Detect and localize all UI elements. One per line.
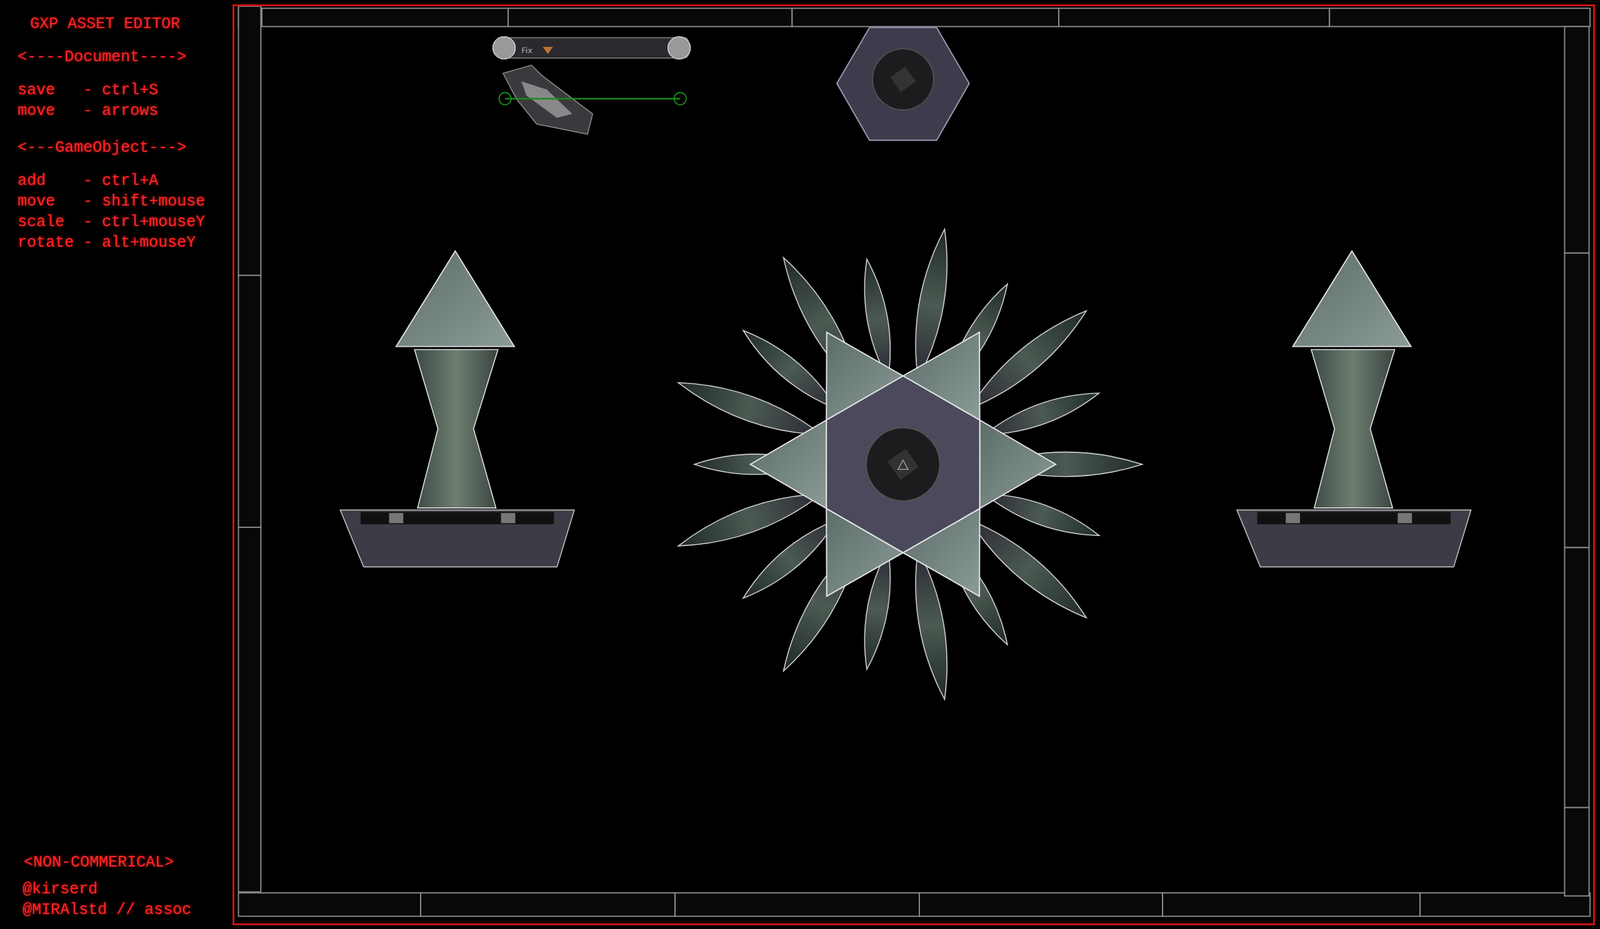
center-hexagon bbox=[826, 376, 980, 554]
pedestal-top bbox=[1293, 251, 1412, 347]
star-triangle bbox=[980, 420, 1057, 509]
wall-tile bbox=[508, 8, 792, 27]
wall-tile bbox=[791, 8, 1059, 27]
asset-editor: GXP ASSET EDITOR <----Document----> save -… bbox=[0, 0, 1600, 929]
editor-title: GXP ASSET EDITOR bbox=[17, 13, 233, 35]
wall-tile bbox=[238, 527, 262, 893]
credit-line: @MIRAlstd // assoc bbox=[17, 900, 233, 921]
wall-tile bbox=[238, 275, 262, 528]
machine-body bbox=[503, 65, 593, 135]
wall-tile bbox=[1564, 26, 1589, 254]
gadget-bar bbox=[496, 37, 689, 59]
shortcut-line: save - ctrl+S bbox=[17, 80, 233, 101]
shortcut-line: move - shift+mouse bbox=[17, 191, 233, 212]
wall-tile bbox=[420, 893, 675, 917]
handle-icon[interactable] bbox=[498, 92, 512, 105]
base-stripe bbox=[389, 513, 404, 524]
pedestal-stem bbox=[1311, 349, 1395, 509]
wall-tile bbox=[238, 6, 262, 276]
wall-tile bbox=[1564, 253, 1589, 548]
base-band bbox=[1257, 512, 1451, 525]
shortcut-line: scale - ctrl+mouseY bbox=[17, 211, 233, 233]
shortcut-section: <----Document----> save - ctrl+Smove - ar… bbox=[17, 46, 233, 122]
scene-canvas[interactable]: Fix bbox=[232, 4, 1595, 926]
footer: <NON-COMMERICAL> @kirserd@MIRAlstd // ass… bbox=[17, 852, 233, 921]
credit-line: @kirserd bbox=[17, 879, 233, 900]
wall-tile bbox=[1058, 8, 1330, 27]
shortcut-line: rotate - alt+mouseY bbox=[17, 232, 233, 254]
arrow-icon bbox=[542, 46, 553, 54]
pedestal-stem bbox=[414, 349, 499, 509]
shortcut-line: move - arrows bbox=[17, 100, 233, 122]
machine-panel bbox=[521, 81, 572, 119]
base-stripe bbox=[501, 513, 516, 524]
wall-tile bbox=[1564, 547, 1589, 808]
wall-tile bbox=[261, 8, 509, 27]
pedestal-base bbox=[340, 510, 575, 567]
base-stripe bbox=[1397, 513, 1412, 524]
core-circle bbox=[872, 48, 934, 110]
shortcut-section: <---GameObject---> add - ctrl+Amove - shi… bbox=[17, 137, 233, 254]
sidebar: GXP ASSET EDITOR <----Document----> save -… bbox=[0, 0, 233, 929]
wall-tile bbox=[1329, 8, 1590, 27]
bolt-icon bbox=[668, 36, 691, 60]
pedestal-object[interactable] bbox=[340, 251, 575, 568]
section-header: <----Document----> bbox=[17, 46, 233, 68]
gadget-axis bbox=[505, 98, 680, 100]
base-band bbox=[360, 512, 554, 525]
wall-tile bbox=[238, 893, 421, 917]
wall-tile bbox=[1162, 893, 1420, 917]
hexagon-object[interactable] bbox=[836, 27, 970, 140]
star-triangle bbox=[750, 420, 827, 509]
bolt-icon bbox=[493, 36, 516, 60]
section-header: <---GameObject---> bbox=[17, 137, 233, 159]
flower-object[interactable] bbox=[674, 227, 1143, 702]
license-label: <NON-COMMERICAL> bbox=[17, 852, 233, 874]
handle-icon[interactable] bbox=[673, 92, 687, 105]
gadget-label: Fix bbox=[521, 45, 533, 55]
pedestal-base bbox=[1236, 510, 1472, 567]
shortcut-line: add - ctrl+A bbox=[17, 170, 233, 192]
walls bbox=[238, 6, 1591, 917]
pedestal-object[interactable] bbox=[1236, 251, 1472, 568]
gadget-object[interactable]: Fix bbox=[493, 36, 691, 135]
wall-tile bbox=[675, 893, 920, 917]
pedestal-top bbox=[396, 251, 515, 347]
base-stripe bbox=[1285, 513, 1300, 524]
hexagon-plate bbox=[836, 27, 970, 140]
pivot-icon bbox=[898, 460, 909, 470]
core-mark bbox=[887, 448, 919, 480]
wall-tile bbox=[1564, 808, 1589, 897]
scene-view[interactable]: Fix bbox=[234, 6, 1594, 924]
core-circle bbox=[866, 428, 940, 502]
core-mark bbox=[890, 66, 916, 93]
wall-tile bbox=[919, 893, 1163, 917]
